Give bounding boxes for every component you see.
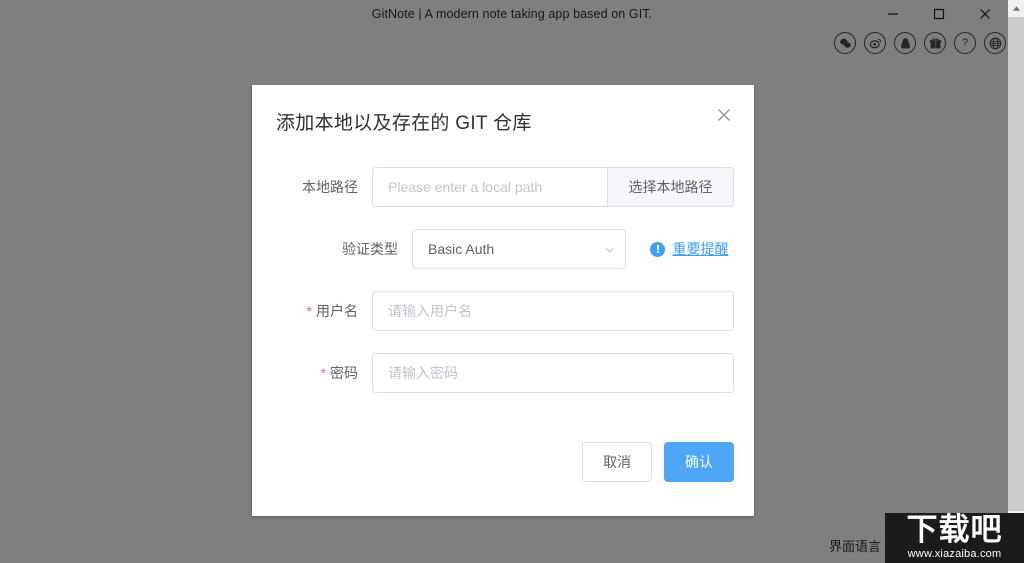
local-path-field: 选择本地路径 [372, 167, 734, 207]
username-label: * 用户名 [272, 291, 372, 331]
auth-type-selected-value: Basic Auth [412, 229, 626, 269]
local-path-label: 本地路径 [302, 179, 358, 195]
required-mark: * [306, 303, 312, 319]
watermark: 下载吧 www.xiazaiba.com [885, 513, 1024, 563]
local-path-input[interactable] [373, 168, 607, 206]
info-icon: ! [650, 241, 666, 257]
required-mark: * [320, 365, 326, 381]
watermark-url-text: www.xiazaiba.com [907, 548, 1002, 560]
dialog-body: 本地路径 选择本地路径 验证类型 Basic Auth [252, 147, 754, 393]
cancel-button[interactable]: 取消 [582, 442, 652, 482]
form-row-auth-type: 验证类型 Basic Auth ! 重要提醒 [272, 229, 734, 269]
add-git-repo-dialog: 添加本地以及存在的 GIT 仓库 本地路径 选择本地路径 验证类型 [252, 85, 754, 516]
form-row-username: * 用户名 [272, 291, 734, 331]
password-label: * 密码 [272, 353, 372, 393]
close-icon [718, 109, 730, 121]
important-notice-link[interactable]: 重要提醒 [672, 239, 728, 259]
watermark-logo-text: 下载吧 [906, 513, 1003, 548]
dialog-close-button[interactable] [713, 104, 735, 126]
chevron-down-glyph [605, 247, 614, 253]
chevron-up-icon [1012, 6, 1020, 11]
form-row-local-path: 本地路径 选择本地路径 [272, 167, 734, 207]
scrollbar-up-arrow-button[interactable] [1008, 0, 1024, 17]
auth-type-select[interactable]: Basic Auth [412, 229, 626, 269]
dialog-footer: 取消 确认 [252, 442, 754, 516]
chevron-down-icon [603, 229, 616, 269]
choose-local-path-button[interactable]: 选择本地路径 [607, 168, 733, 206]
form-row-password: * 密码 [272, 353, 734, 393]
auth-type-field: Basic Auth ! 重要提醒 [412, 229, 734, 269]
vertical-scrollbar[interactable] [1008, 0, 1024, 563]
username-label-text: 用户名 [316, 303, 358, 319]
username-input[interactable] [372, 291, 734, 331]
password-label-text: 密码 [330, 365, 358, 381]
dialog-title: 添加本地以及存在的 GIT 仓库 [276, 113, 532, 134]
scrollbar-thumb[interactable] [1008, 17, 1024, 511]
password-input[interactable] [372, 353, 734, 393]
username-field [372, 291, 734, 331]
dialog-header: 添加本地以及存在的 GIT 仓库 [252, 85, 754, 147]
confirm-button[interactable]: 确认 [664, 442, 734, 482]
local-path-input-group: 选择本地路径 [372, 167, 734, 207]
password-field [372, 353, 734, 393]
auth-type-label: 验证类型 [342, 241, 398, 257]
important-notice-wrap: ! 重要提醒 [650, 229, 728, 269]
